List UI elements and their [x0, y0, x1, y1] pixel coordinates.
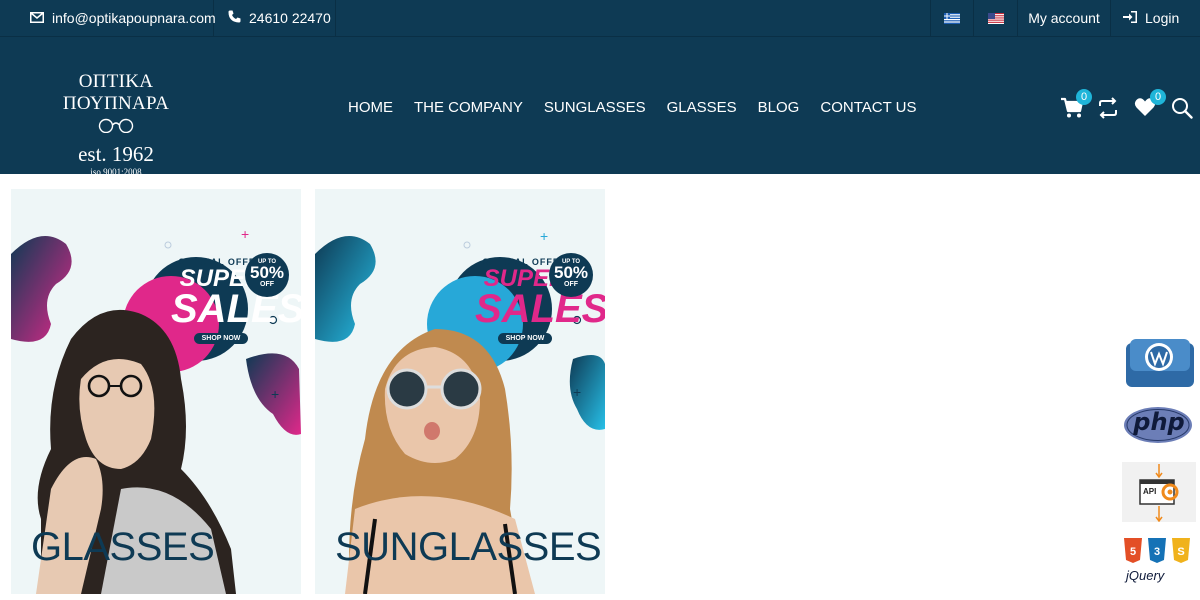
promo-percent: 50% — [249, 263, 285, 282]
compare-icon — [1099, 97, 1117, 119]
promo-shop-now: SHOP NOW — [193, 333, 249, 344]
wordpress-badge[interactable] — [1122, 337, 1196, 389]
php-badge[interactable]: php — [1122, 404, 1196, 446]
svg-text:+: + — [271, 386, 279, 402]
sign-in-icon — [1123, 10, 1137, 26]
svg-text:+: + — [241, 226, 249, 242]
category-card-sunglasses[interactable]: + + SPECIAL OFFER SUPER SALES SHOP NOW U… — [315, 189, 605, 594]
promo-shop-now: SHOP NOW — [497, 333, 553, 344]
svg-text:+: + — [573, 384, 581, 400]
nav-blog[interactable]: BLOG — [758, 99, 800, 116]
svg-text:+: + — [540, 228, 548, 244]
login-link[interactable]: Login — [1111, 0, 1200, 36]
main-header: ΟΠΤΙΚΑ ΠΟΥΠΝΑΡΑ est. 1962 iso 9001:2008 … — [0, 36, 1200, 177]
compare-button[interactable] — [1097, 97, 1121, 121]
promo-discount-badge: UP TO 50% OFF — [549, 253, 593, 297]
nav-home[interactable]: HOME — [348, 99, 393, 116]
web-tech-badge[interactable]: 5 3 S jQuery — [1122, 532, 1196, 586]
promo-off: OFF — [260, 281, 274, 288]
nav-sunglasses[interactable]: SUNGLASSES — [544, 99, 646, 116]
logo-iso: iso 9001:2008 — [90, 167, 142, 177]
category-card-glasses[interactable]: + + SPECIAL OFFER SUPER SALES SHOP NOW U… — [11, 189, 301, 594]
svg-text:S: S — [1177, 546, 1184, 558]
card-label-sunglasses: SUNGLASSES — [335, 525, 602, 569]
language-greek[interactable] — [930, 0, 974, 36]
promo-percent: 50% — [553, 263, 589, 282]
top-bar: info@optikapoupnara.com 24610 22470 My a… — [0, 0, 1200, 36]
api-gear-icon — [1139, 464, 1179, 523]
us-flag-icon — [987, 12, 1004, 24]
php-label: php — [1133, 408, 1185, 436]
email-text: info@optikapoupnara.com — [52, 10, 216, 26]
wordpress-icon — [1126, 339, 1194, 387]
promo-off: OFF — [564, 281, 578, 288]
login-label: Login — [1145, 10, 1180, 26]
my-account-label: My account — [1028, 10, 1100, 26]
phone-icon — [228, 10, 241, 26]
nav-the-company[interactable]: THE COMPANY — [414, 99, 523, 116]
glasses-logo-icon — [30, 117, 202, 138]
svg-text:5: 5 — [1130, 546, 1136, 558]
envelope-icon — [30, 10, 44, 26]
nav-glasses[interactable]: GLASSES — [667, 99, 737, 116]
html-css-js-icons: 5 3 S — [1124, 538, 1190, 563]
search-button[interactable] — [1171, 97, 1195, 121]
language-english[interactable] — [974, 0, 1018, 36]
card-label-glasses: GLASSES — [31, 525, 215, 569]
my-account-link[interactable]: My account — [1018, 0, 1111, 36]
logo-name: ΟΠΤΙΚΑ ΠΟΥΠΝΑΡΑ — [62, 71, 170, 114]
email-link[interactable]: info@optikapoupnara.com — [0, 0, 216, 36]
api-badge[interactable]: API — [1122, 462, 1196, 523]
greek-flag-icon — [944, 12, 960, 24]
wishlist-button[interactable]: 0 — [1134, 89, 1166, 121]
phone-link[interactable]: 24610 22470 — [214, 0, 336, 36]
jquery-label: jQuery — [1126, 568, 1165, 583]
cart-count-badge: 0 — [1076, 89, 1092, 105]
svg-text:3: 3 — [1154, 546, 1160, 558]
wishlist-count-badge: 0 — [1150, 89, 1166, 105]
promo-sales: SALES — [171, 287, 301, 331]
logo-est: est. 1962 — [78, 142, 154, 166]
site-logo[interactable]: ΟΠΤΙΚΑ ΠΟΥΠΝΑΡΑ est. 1962 iso 9001:2008 — [30, 71, 202, 177]
search-icon — [1172, 98, 1193, 119]
promo-discount-badge: UP TO 50% OFF — [245, 253, 289, 297]
main-nav: HOME THE COMPANY SUNGLASSES GLASSES BLOG… — [348, 99, 937, 116]
nav-contact-us[interactable]: CONTACT US — [820, 99, 916, 116]
phone-text: 24610 22470 — [249, 10, 331, 26]
promo-sales: SALES — [475, 287, 605, 331]
cart-button[interactable]: 0 — [1060, 89, 1092, 121]
api-label: API — [1143, 487, 1157, 496]
